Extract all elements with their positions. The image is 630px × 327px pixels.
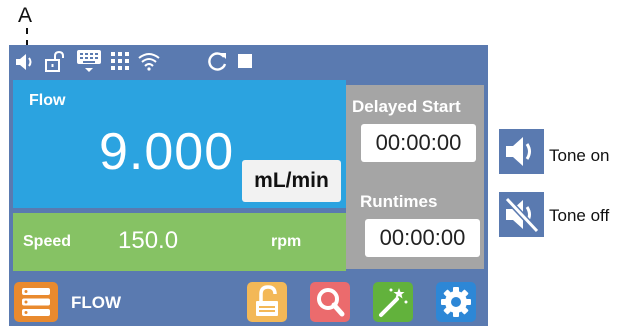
flow-panel[interactable]: Flow 9.000 mL/min xyxy=(13,80,346,208)
stop-icon[interactable] xyxy=(237,53,253,69)
callout-line xyxy=(26,28,28,46)
search-icon xyxy=(317,288,345,317)
flow-value[interactable]: 9.000 xyxy=(99,122,234,182)
callout-label: A xyxy=(18,4,33,27)
mode-label: FLOW xyxy=(71,293,122,312)
timer-panel: Delayed Start 00:00:00 Runtimes 00:00:00 xyxy=(346,85,484,269)
menu-button[interactable] xyxy=(14,282,58,322)
delayed-start-title: Delayed Start xyxy=(352,97,461,116)
flow-label: Flow xyxy=(29,92,66,109)
status-bar xyxy=(9,45,488,78)
grid-dots-icon[interactable] xyxy=(110,51,130,71)
speed-label: Speed xyxy=(23,233,72,250)
magic-wand-icon xyxy=(379,288,408,317)
menu-icon xyxy=(22,288,50,316)
settings-icon xyxy=(441,287,471,317)
speed-unit: rpm xyxy=(271,233,302,250)
unlock-icon xyxy=(256,285,278,316)
delayed-start-time[interactable]: 00:00:00 xyxy=(361,124,476,162)
flow-unit-button[interactable]: mL/min xyxy=(242,160,341,202)
speed-panel[interactable]: Speed 150.0 rpm xyxy=(13,213,346,271)
unlock-icon[interactable] xyxy=(45,51,65,72)
speed-value[interactable]: 150.0 xyxy=(118,227,178,255)
wifi-icon xyxy=(137,51,161,71)
refresh-icon[interactable] xyxy=(207,51,229,71)
bottom-bar: FLOW xyxy=(9,276,488,326)
device-screen: Flow 9.000 mL/min Speed 150.0 rpm Delaye… xyxy=(9,45,488,326)
legend-tone-off-label: Tone off xyxy=(549,206,610,225)
runtimes-time[interactable]: 00:00:00 xyxy=(365,219,480,257)
lock-button[interactable] xyxy=(247,282,287,322)
tone-off-icon xyxy=(499,192,544,237)
tone-on-icon xyxy=(499,129,544,174)
runtimes-title: Runtimes xyxy=(360,192,438,211)
wand-button[interactable] xyxy=(373,282,413,322)
legend-tone-on-label: Tone on xyxy=(549,146,610,165)
settings-button[interactable] xyxy=(436,282,476,322)
keyboard-icon[interactable] xyxy=(76,49,102,75)
search-button[interactable] xyxy=(310,282,350,322)
speaker-icon[interactable] xyxy=(15,52,37,72)
